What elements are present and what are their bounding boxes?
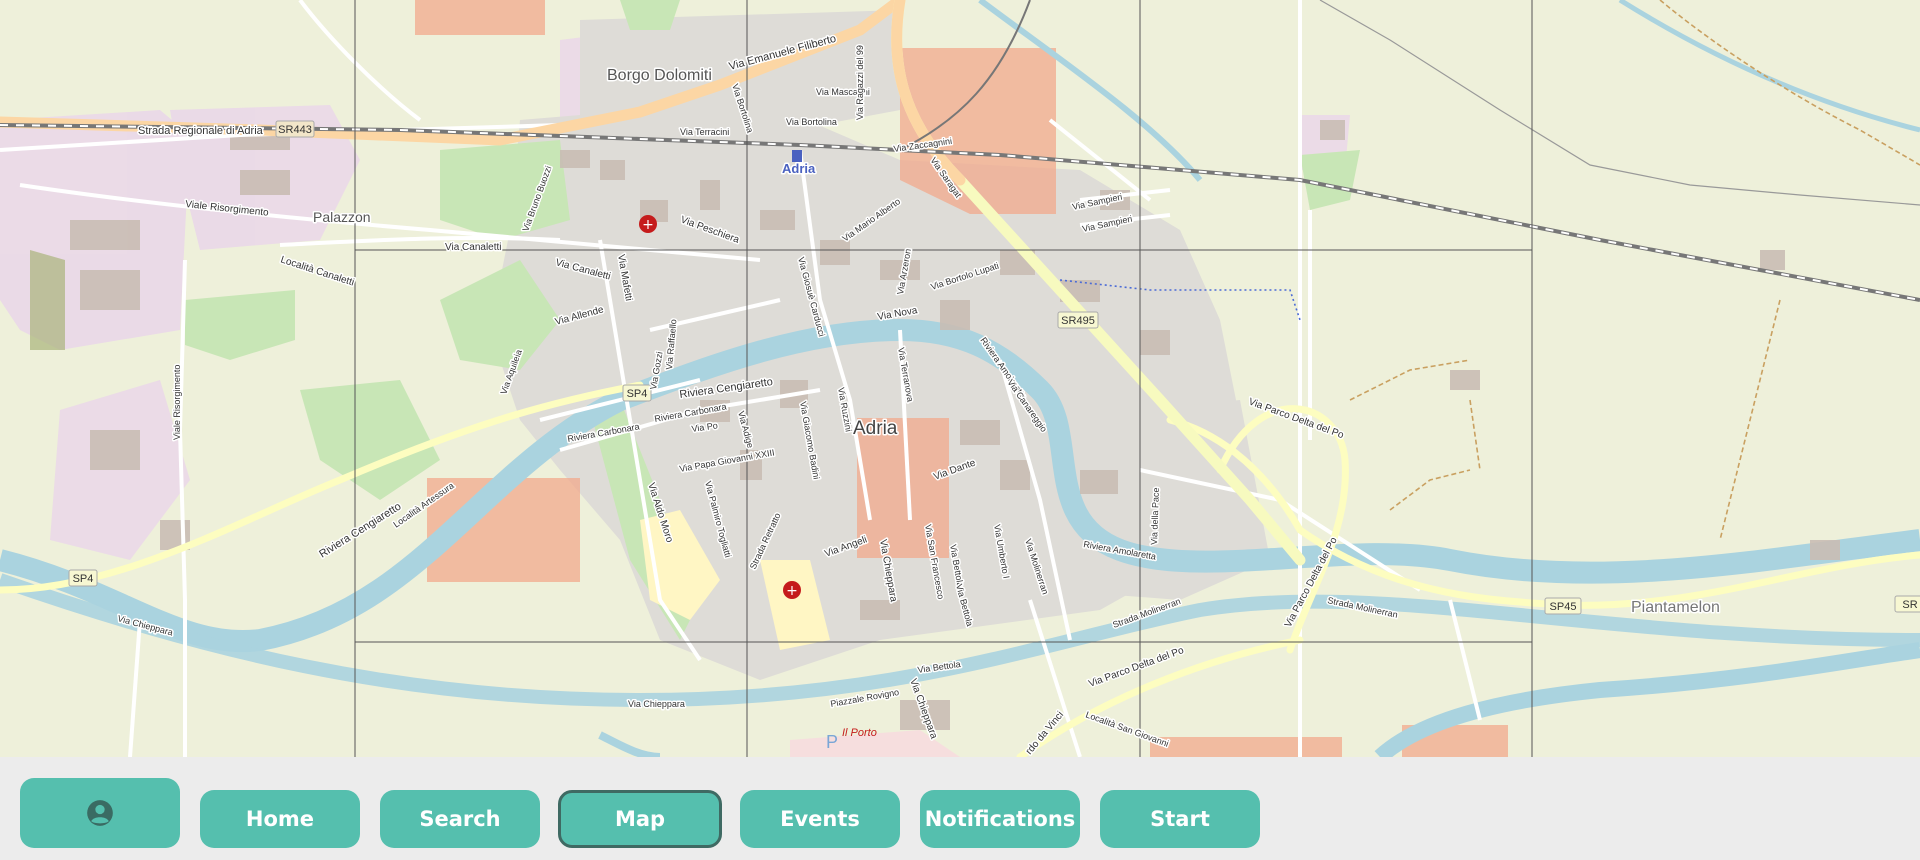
label-road: Via Terracini <box>680 127 729 137</box>
label-road: Via Chieppara <box>628 699 685 709</box>
bottom-toolbar: Home Search Map Events Notifications Sta… <box>0 757 1920 860</box>
profile-button[interactable] <box>20 778 180 848</box>
events-button[interactable]: Events <box>740 790 900 848</box>
hospital-icon: + <box>783 581 801 599</box>
notifications-button[interactable]: Notifications <box>920 790 1080 848</box>
hospital-icon: + <box>639 215 657 233</box>
map-button[interactable]: Map <box>558 790 722 848</box>
shield-sr495: SR495 <box>1057 311 1099 329</box>
label-road: Via della Pace <box>1149 487 1161 545</box>
shield-sp4: SP4 <box>68 569 98 587</box>
account-circle-icon <box>87 800 113 826</box>
map-canvas[interactable]: SR443 SR495 SP4 SP4 SP45 SR + + Borgo Do… <box>0 0 1920 757</box>
label-road: Via Canaletti <box>445 242 502 253</box>
landuse-farmland <box>30 250 65 350</box>
label-city: Adria <box>853 418 898 439</box>
label-palazzon: Palazzon <box>313 209 371 225</box>
svg-text:SR443: SR443 <box>278 124 312 136</box>
shield-sp45: SP45 <box>1544 597 1582 615</box>
svg-text:SP4: SP4 <box>73 573 94 585</box>
label-station: Adria <box>782 161 816 176</box>
label-road: Via Bortolina <box>786 117 837 127</box>
shield-sr443: SR443 <box>275 120 315 138</box>
svg-text:+: + <box>642 217 654 233</box>
label-road: Viale Risorgimento <box>172 365 182 440</box>
svg-text:SP4: SP4 <box>627 388 648 400</box>
search-button[interactable]: Search <box>380 790 540 848</box>
shield-sp4: SP4 <box>622 384 652 402</box>
home-button[interactable]: Home <box>200 790 360 848</box>
label-road: Via Ragazzi del 99 <box>855 45 865 120</box>
label-porto: Il Porto <box>842 727 877 739</box>
label-borgo: Borgo Dolomiti <box>607 67 712 84</box>
svg-text:+: + <box>786 583 798 599</box>
svg-text:SR: SR <box>1902 599 1917 611</box>
svg-text:SP45: SP45 <box>1550 601 1577 613</box>
svg-text:SR495: SR495 <box>1061 315 1095 327</box>
label-road: Strada Regionale di Adria <box>138 125 264 137</box>
label-piantamelon: Piantamelon <box>1631 599 1720 616</box>
parking-icon: P <box>826 732 838 752</box>
map-view[interactable]: SR443 SR495 SP4 SP4 SP45 SR + + Borgo Do… <box>0 0 1920 757</box>
shield-sr-edge: SR <box>1894 595 1920 613</box>
start-button[interactable]: Start <box>1100 790 1260 848</box>
